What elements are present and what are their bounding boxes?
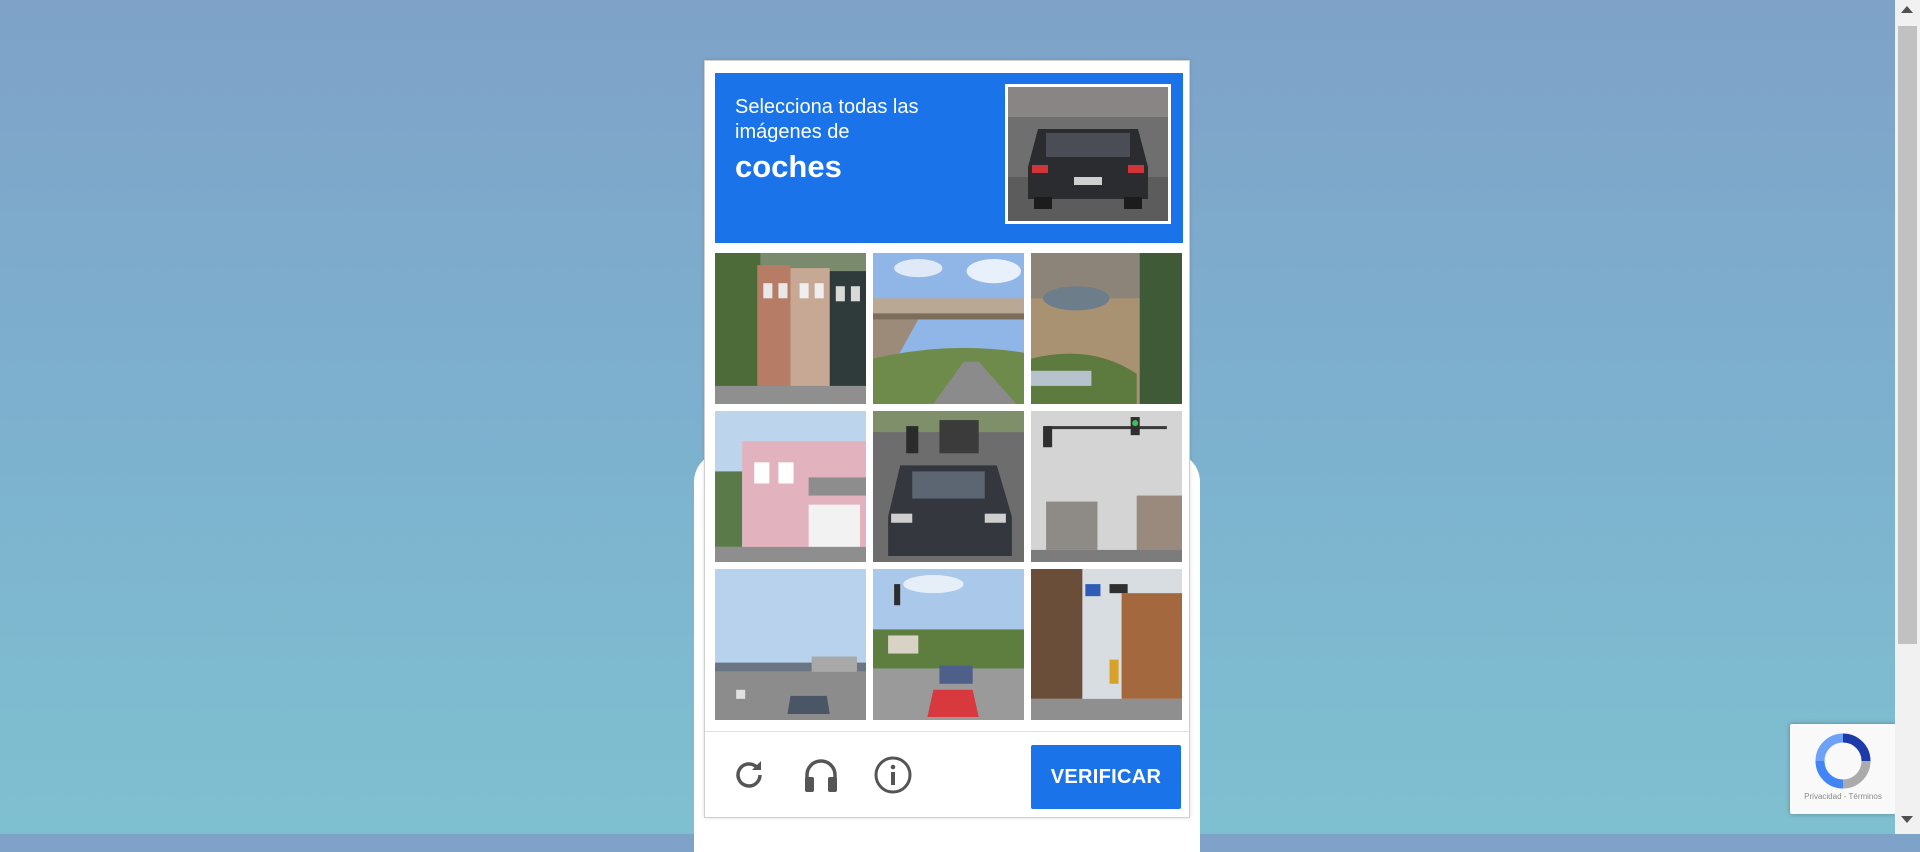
image-tile[interactable]: [873, 411, 1024, 562]
instruction-line-2: imágenes de: [735, 121, 850, 143]
recaptcha-badge[interactable]: Privacidad - Términos: [1790, 724, 1896, 814]
instruction-target: coches: [735, 149, 842, 184]
recaptcha-challenge: Selecciona todas las imágenes de coches: [704, 60, 1190, 818]
vertical-scrollbar[interactable]: [1895, 0, 1920, 834]
recaptcha-logo-icon: [1814, 732, 1872, 790]
reload-icon[interactable]: [729, 755, 769, 795]
image-tile[interactable]: [873, 253, 1024, 404]
challenge-header: Selecciona todas las imágenes de coches: [715, 73, 1183, 243]
scroll-up-icon[interactable]: [1901, 6, 1913, 13]
scroll-thumb[interactable]: [1898, 26, 1917, 644]
image-tile[interactable]: [715, 253, 866, 404]
sample-image: [1005, 84, 1171, 224]
image-tile[interactable]: [1031, 253, 1182, 404]
footer-divider: [705, 731, 1189, 732]
image-tile[interactable]: [873, 569, 1024, 720]
instruction-line-1: Selecciona todas las: [735, 96, 919, 118]
verify-button[interactable]: VERIFICAR: [1031, 745, 1181, 809]
image-tile[interactable]: [715, 569, 866, 720]
image-tile[interactable]: [715, 411, 866, 562]
scroll-down-icon[interactable]: [1901, 816, 1913, 823]
headphones-icon[interactable]: [801, 755, 841, 795]
info-icon[interactable]: [873, 755, 913, 795]
challenge-instructions: Selecciona todas las imágenes de coches: [735, 95, 995, 187]
image-tile[interactable]: [1031, 411, 1182, 562]
image-tile[interactable]: [1031, 569, 1182, 720]
badge-privacy-terms[interactable]: Privacidad - Términos: [1790, 792, 1896, 801]
image-grid: [715, 253, 1182, 720]
